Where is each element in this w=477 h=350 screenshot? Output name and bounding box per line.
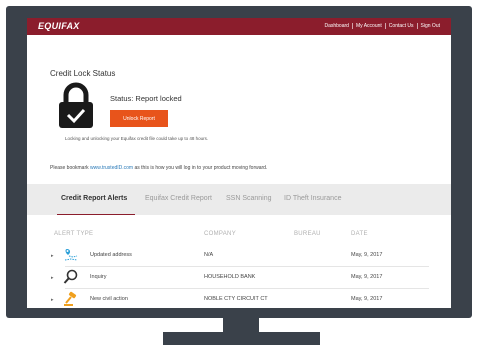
- gavel-icon: [64, 291, 77, 306]
- tab-ssn-scanning[interactable]: SSN Scanning: [226, 195, 272, 202]
- table-row[interactable]: ▸ Updated address N/A May, 9, 2017: [27, 245, 451, 267]
- unlock-report-button[interactable]: Unlock Report: [110, 110, 168, 127]
- lock-note: Locking and unlocking your Equifax credi…: [65, 136, 209, 141]
- alert-date: May, 9, 2017: [351, 274, 383, 280]
- table-row[interactable]: ▸ Inquiry HOUSEHOLD BANK May, 9, 2017: [27, 267, 451, 289]
- table-row[interactable]: ▸ New civil action NOBLE CTY CIRCUIT CT …: [27, 289, 451, 308]
- nav-sign-out[interactable]: Sign Out: [416, 23, 443, 29]
- bookmark-prefix: Please bookmark: [50, 165, 91, 171]
- column-date: DATE: [351, 231, 368, 237]
- alert-date: May, 9, 2017: [351, 252, 383, 258]
- alert-company: N/A: [204, 252, 214, 258]
- tab-id-theft-insurance[interactable]: ID Theft Insurance: [284, 195, 341, 202]
- monitor-frame: EQUIFAX Dashboard My Account Contact Us …: [6, 6, 472, 318]
- row-bullet-icon: ▸: [51, 297, 54, 303]
- address-icon: [64, 249, 78, 261]
- credit-lock-title: Credit Lock Status: [50, 69, 116, 78]
- magnifier-icon: [63, 269, 78, 284]
- screen: EQUIFAX Dashboard My Account Contact Us …: [27, 18, 451, 308]
- tab-bar: Credit Report Alerts Equifax Credit Repo…: [27, 184, 451, 215]
- monitor-base: [163, 332, 320, 345]
- column-company: COMPANY: [204, 231, 236, 237]
- bookmark-suffix: as this is how you will log in to your p…: [133, 165, 268, 171]
- top-nav: Dashboard My Account Contact Us Sign Out: [321, 23, 443, 29]
- trustedid-link[interactable]: www.trustedID.com: [90, 165, 133, 171]
- column-alert-type: ALERT TYPE: [54, 231, 94, 237]
- lock-status: Status: Report locked: [110, 94, 182, 103]
- header-bar: EQUIFAX Dashboard My Account Contact Us …: [27, 18, 451, 35]
- column-bureau: BUREAU: [294, 231, 321, 237]
- alert-date: May, 9, 2017: [351, 296, 383, 302]
- row-bullet-icon: ▸: [51, 253, 54, 259]
- equifax-logo[interactable]: EQUIFAX: [38, 21, 80, 31]
- alert-company: HOUSEHOLD BANK: [204, 274, 256, 280]
- tab-credit-report-alerts[interactable]: Credit Report Alerts: [61, 195, 127, 202]
- nav-dashboard[interactable]: Dashboard: [321, 23, 351, 29]
- alert-company: NOBLE CTY CIRCUIT CT: [204, 296, 268, 302]
- alert-type: New civil action: [90, 296, 128, 302]
- active-tab-underline: [57, 214, 135, 215]
- alert-type: Updated address: [90, 252, 132, 258]
- monitor-neck: [223, 318, 259, 332]
- padlock-icon: [59, 82, 93, 128]
- row-bullet-icon: ▸: [51, 275, 54, 281]
- nav-my-account[interactable]: My Account: [351, 23, 385, 29]
- tab-equifax-credit-report[interactable]: Equifax Credit Report: [145, 195, 212, 202]
- nav-contact-us[interactable]: Contact Us: [384, 23, 417, 29]
- bookmark-message: Please bookmark www.trustedID.com as thi…: [50, 165, 267, 171]
- alert-type: Inquiry: [90, 274, 107, 280]
